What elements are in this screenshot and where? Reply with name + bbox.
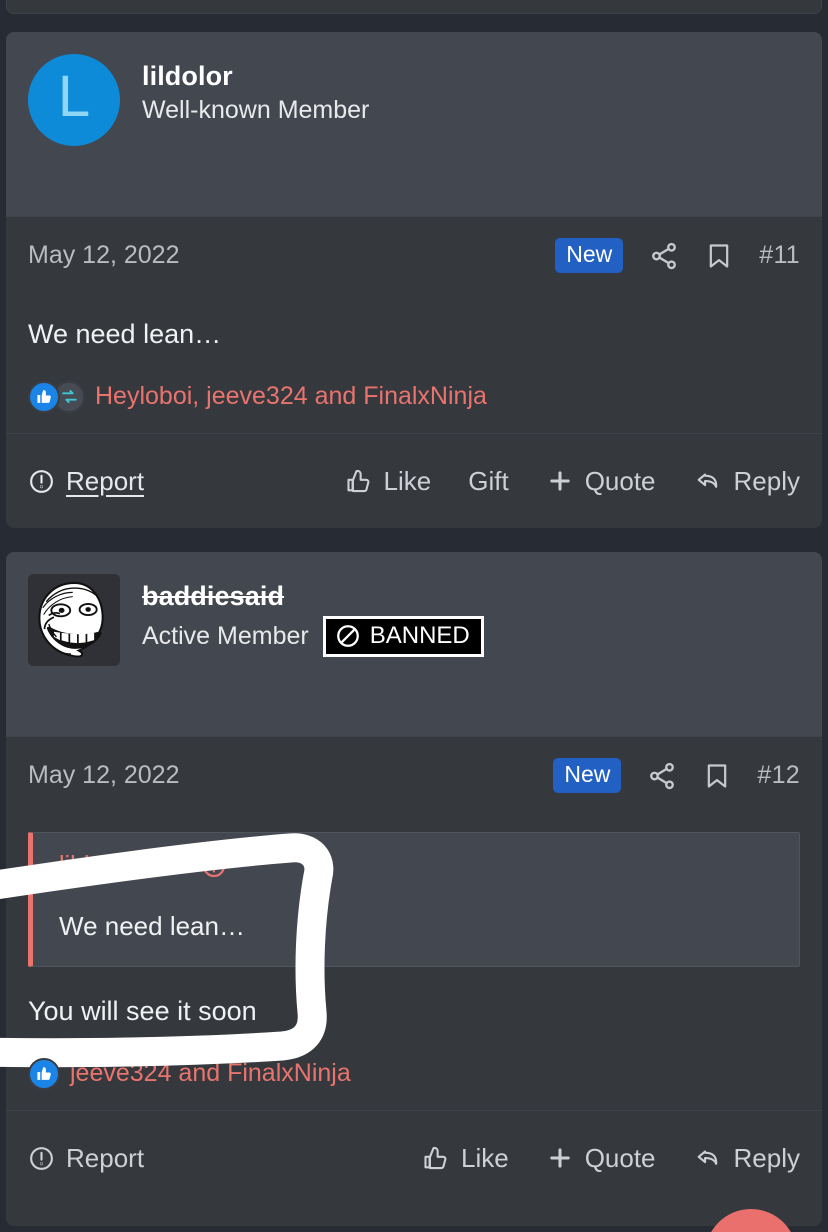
reaction-icons [28,380,85,413]
no-entry-icon [336,625,359,648]
reply-arrow-icon [697,1150,717,1166]
post-date[interactable]: May 12, 2022 [28,761,180,790]
post-header: baddiesaid Active Member BANNED [6,552,822,736]
gift-label: Gift [468,465,509,496]
post-actions-right: Like Gift Quote Reply [345,466,800,497]
reaction-icons [28,1057,60,1090]
report-button[interactable]: Report [28,1143,144,1174]
new-badge: New [553,757,622,794]
post-message-text: We need lean… [28,319,222,349]
quote-attribution[interactable]: lildolor said: [59,851,779,880]
avatar[interactable]: L [28,54,120,146]
post-action-bar: Report Like Quote Reply [6,1109,822,1206]
post-date[interactable]: May 12, 2022 [28,241,180,270]
user-meta: baddiesaid Active Member BANNED [142,574,484,658]
thumbs-up-icon [28,380,60,413]
report-label: Report [66,1142,145,1173]
user-title-row: Active Member BANNED [142,616,484,658]
like-label: Like [460,1142,509,1173]
post-meta-actions: New #12 [553,757,800,794]
user-title: Active Member [142,622,309,651]
post-meta-row: May 12, 2022 New #12 [6,736,822,814]
username[interactable]: baddiesaid [142,578,484,614]
like-button[interactable]: Like [422,1143,509,1174]
post-body: We need lean… [6,294,822,365]
post-number[interactable]: #11 [759,241,800,270]
share-nodes-icon[interactable] [647,761,677,791]
reaction-names[interactable]: Heyloboi, jeeve324 and FinalxNinja [95,382,487,411]
post-meta-row: May 12, 2022 New #11 [6,216,822,294]
post-number[interactable]: #12 [757,761,800,790]
status-badge: BANNED [322,616,484,658]
quote-author-label: lildolor said: [59,851,192,879]
post-action-bar: Report Like Gift Quote Reply [6,432,822,529]
quote-text: We need lean… [59,911,245,941]
plus-icon [550,471,570,491]
new-badge: New [555,237,624,274]
quote-label: Quote [584,1142,656,1173]
bookmark-icon[interactable] [703,761,731,791]
alert-circle-icon [30,469,53,493]
username[interactable]: lildolor [142,58,369,94]
thumbs-up-icon [346,469,369,493]
report-label: Report [66,465,145,496]
thread-page: L lildolor Well-known Member May 12, 202… [0,0,828,1232]
user-meta: lildolor Well-known Member [142,54,369,125]
quote-label: Quote [584,465,656,496]
previous-post-card-edge [6,0,822,14]
banned-label: BANNED [369,622,470,650]
gift-button[interactable]: Gift [468,466,508,497]
report-button[interactable]: Report [28,466,144,497]
user-title: Well-known Member [142,96,370,125]
reaction-names[interactable]: jeeve324 and FinalxNinja [70,1059,351,1088]
bookmark-icon[interactable] [705,241,733,271]
post-card: L lildolor Well-known Member May 12, 202… [6,32,822,528]
reply-label: Reply [733,465,800,496]
post-message-text: You will see it soon [28,996,257,1027]
thumbs-up-icon [424,1147,447,1170]
post-actions-right: Like Quote Reply [422,1143,800,1174]
post-body: lildolor said: We need lean… You will se… [6,814,822,1042]
reply-button[interactable]: Reply [693,466,800,497]
like-label: Like [383,465,432,496]
reactions-row[interactable]: Heyloboi, jeeve324 and FinalxNinja [6,365,822,433]
reply-label: Reply [733,1142,800,1173]
post-header: L lildolor Well-known Member [6,32,822,216]
troll-face-avatar [28,574,120,666]
user-title-row: Well-known Member [142,96,369,125]
reactions-row[interactable]: jeeve324 and FinalxNinja [6,1042,822,1110]
arrow-up-circle-icon [202,854,226,877]
quote-button[interactable]: Quote [546,466,656,497]
quote-button[interactable]: Quote [546,1143,656,1174]
thumbs-up-icon [28,1057,60,1090]
like-button[interactable]: Like [345,465,432,497]
post-card: baddiesaid Active Member BANNED May 12, … [6,552,822,1226]
post-meta-actions: New #11 [555,237,800,274]
quote-block: lildolor said: We need lean… [28,832,800,968]
avatar[interactable] [28,574,120,666]
reply-arrow-icon [697,473,717,488]
plus-icon [550,1148,570,1169]
share-nodes-icon[interactable] [649,241,679,271]
alert-circle-icon [30,1146,53,1170]
reply-button[interactable]: Reply [693,1143,800,1174]
